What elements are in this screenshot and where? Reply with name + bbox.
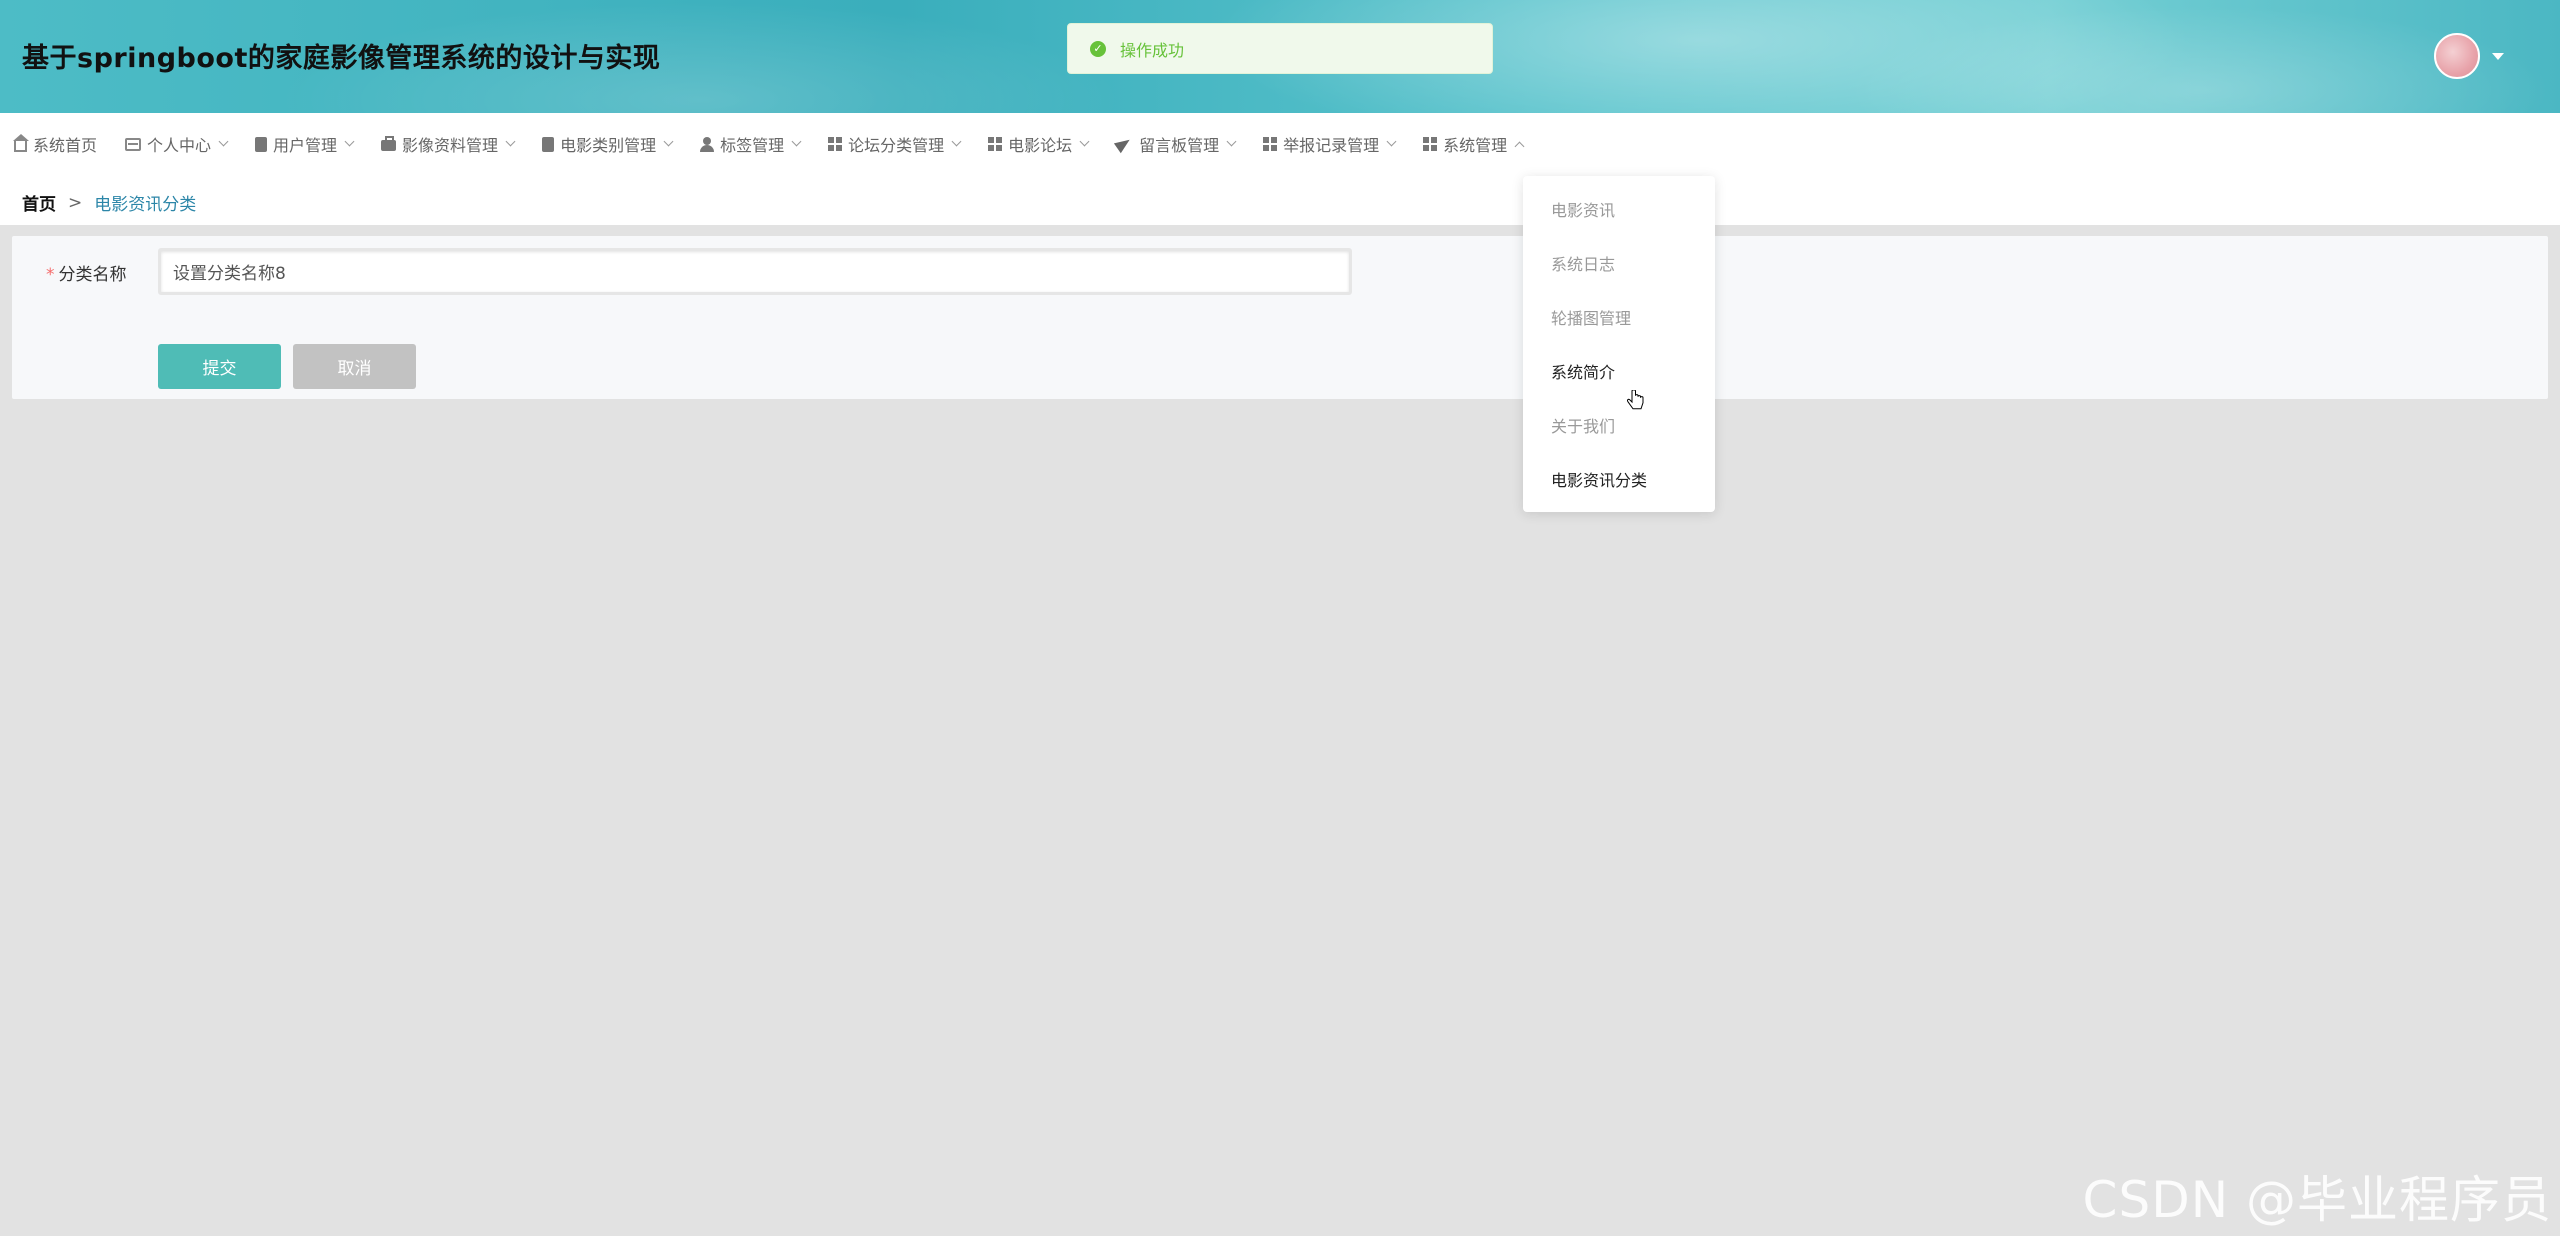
chevron-down-icon	[344, 136, 355, 147]
nav-label: 论坛分类管理	[848, 136, 945, 155]
paper-plane-icon	[1114, 134, 1134, 154]
nav-item-movie-category[interactable]: 电影类别管理	[528, 113, 686, 175]
avatar[interactable]	[2434, 33, 2480, 79]
nav-item-forum-category[interactable]: 论坛分类管理	[814, 113, 974, 175]
briefcase-icon	[381, 136, 397, 151]
home-icon	[13, 134, 29, 152]
chevron-down-icon	[505, 136, 516, 147]
user-menu[interactable]	[2434, 33, 2504, 79]
nav-label: 标签管理	[720, 136, 785, 155]
nav-item-system-management[interactable]: 系统管理	[1409, 113, 1537, 175]
hand-cursor-icon	[1626, 390, 1644, 410]
dropdown-item-movie-news[interactable]: 电影资讯	[1523, 184, 1715, 238]
top-header: 基于springboot的家庭影像管理系统的设计与实现 ✓ 操作成功	[0, 0, 2560, 113]
grid-icon	[988, 137, 1003, 151]
breadcrumb: 首页 > 电影资讯分类	[22, 190, 197, 216]
category-form: *分类名称 提交 取消	[12, 236, 2548, 399]
nav-item-personal-center[interactable]: 个人中心	[111, 113, 241, 175]
dropdown-item-carousel[interactable]: 轮播图管理	[1523, 292, 1715, 346]
chevron-down-icon	[791, 136, 802, 147]
required-mark: *	[46, 265, 55, 285]
nav-label: 留言板管理	[1139, 136, 1220, 155]
chevron-down-icon	[1079, 136, 1090, 147]
breadcrumb-bar	[0, 175, 2560, 225]
nav-item-user-management[interactable]: 用户管理	[241, 113, 367, 175]
cancel-button[interactable]: 取消	[293, 344, 416, 389]
app-title: 基于springboot的家庭影像管理系统的设计与实现	[22, 43, 661, 74]
breadcrumb-home[interactable]: 首页	[22, 190, 56, 215]
nav-item-movie-forum[interactable]: 电影论坛	[974, 113, 1102, 175]
watermark: CSDN @毕业程序员	[2082, 1171, 2552, 1229]
clipboard-icon	[255, 136, 268, 152]
id-card-icon	[125, 137, 142, 151]
nav-label: 用户管理	[273, 136, 338, 155]
top-navbar: 系统首页 个人中心 用户管理 影像资料管理 电影类别管理 标签管理 论坛分类管理…	[0, 113, 2560, 175]
nav-label: 系统管理	[1443, 136, 1508, 155]
chevron-down-icon	[951, 136, 962, 147]
success-toast: ✓ 操作成功	[1067, 23, 1493, 74]
submit-button[interactable]: 提交	[158, 344, 281, 389]
grid-icon	[1263, 137, 1278, 151]
nav-label: 系统首页	[33, 136, 98, 155]
label-text: 分类名称	[58, 265, 127, 285]
clipboard-check-icon	[542, 136, 555, 152]
dropdown-item-about-us[interactable]: 关于我们	[1523, 400, 1715, 454]
dropdown-item-system-log[interactable]: 系统日志	[1523, 238, 1715, 292]
grid-icon	[828, 137, 843, 151]
caret-down-icon[interactable]	[2492, 52, 2504, 60]
nav-label: 举报记录管理	[1283, 136, 1380, 155]
user-icon	[700, 136, 715, 152]
check-circle-icon: ✓	[1090, 40, 1106, 57]
nav-item-report-records[interactable]: 举报记录管理	[1249, 113, 1409, 175]
toast-message: 操作成功	[1120, 40, 1185, 60]
dropdown-item-system-intro[interactable]: 系统简介	[1523, 346, 1715, 400]
nav-label: 电影论坛	[1008, 136, 1073, 155]
nav-item-message-board[interactable]: 留言板管理	[1102, 113, 1249, 175]
chevron-down-icon	[1226, 136, 1237, 147]
nav-item-media-management[interactable]: 影像资料管理	[367, 113, 528, 175]
nav-item-tag-management[interactable]: 标签管理	[686, 113, 814, 175]
chevron-down-icon	[218, 136, 229, 147]
chevron-down-icon	[1386, 136, 1397, 147]
nav-label: 影像资料管理	[402, 136, 499, 155]
dropdown-item-movie-news-category[interactable]: 电影资讯分类	[1523, 454, 1715, 508]
nav-label: 个人中心	[147, 136, 212, 155]
category-name-label: * 分类名称	[46, 260, 127, 285]
category-name-input[interactable]	[158, 248, 1352, 295]
chevron-up-icon	[1514, 141, 1525, 151]
system-management-dropdown: 电影资讯 系统日志 轮播图管理 系统简介 关于我们 电影资讯分类	[1523, 176, 1715, 512]
grid-icon	[1423, 137, 1438, 151]
nav-item-home[interactable]: 系统首页	[0, 113, 111, 175]
breadcrumb-separator: >	[68, 192, 83, 213]
breadcrumb-current: 电影资讯分类	[94, 195, 197, 215]
chevron-down-icon	[663, 136, 674, 147]
nav-label: 电影类别管理	[560, 136, 657, 155]
